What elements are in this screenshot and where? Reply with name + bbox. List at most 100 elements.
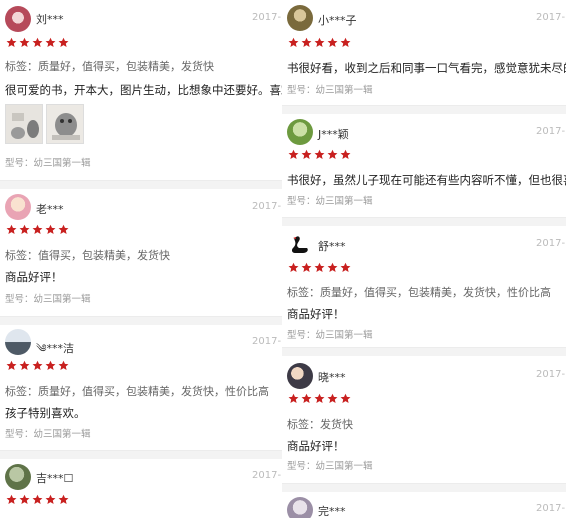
review-card: 晓*** 2017- 标签：发货快 商品好评！ 型号：幼三国第一辑: [282, 356, 566, 484]
review-date: 2017-: [536, 126, 566, 137]
review-date: 2017-: [536, 238, 566, 249]
swan-avatar[interactable]: [287, 232, 313, 258]
star-icon: [58, 494, 69, 504]
star-icon: [58, 224, 69, 234]
product-model: 型号：幼三国第一辑: [5, 294, 91, 305]
section-divider: [282, 106, 566, 114]
avatar[interactable]: [5, 194, 31, 220]
review-tags: 标签：发货快: [287, 418, 353, 431]
section-divider: [0, 451, 282, 459]
star-icon: [301, 37, 312, 47]
section-divider: [0, 317, 282, 325]
star-icon: [19, 224, 30, 234]
star-rating: [6, 360, 69, 371]
star-icon: [32, 37, 43, 47]
star-icon: [6, 360, 17, 370]
review-date: 2017-: [536, 503, 566, 514]
review-username: 小***子: [318, 14, 357, 27]
star-icon: [301, 262, 312, 272]
review-card: ༄***洁 2017-1 标签：质量好，值得买，包装精美，发货快，性价比高 孩子…: [0, 325, 282, 451]
review-card: 吉***☐ 2017-1: [0, 459, 282, 518]
star-icon: [314, 262, 325, 272]
star-icon: [314, 393, 325, 403]
star-icon: [58, 37, 69, 47]
product-model: 型号：幼三国第一辑: [287, 461, 373, 472]
review-card: 老*** 2017-1 标签：值得买，包装精美，发货快 商品好评！ 型号：幼三国…: [0, 189, 282, 317]
star-icon: [19, 37, 30, 47]
review-text: 很可爱的书，开本大，图片生动，比想象中还要好。喜欢。: [5, 83, 282, 97]
star-icon: [288, 37, 299, 47]
star-rating: [288, 393, 351, 404]
review-username: 老***: [36, 203, 64, 216]
review-text: 商品好评！: [5, 270, 63, 284]
star-icon: [19, 360, 30, 370]
review-card: 刘*** 2017-1 标签：质量好，值得买，包装精美，发货快 很可爱的书，开本…: [0, 0, 282, 181]
review-photo[interactable]: [5, 104, 43, 144]
review-text: 商品好评！: [287, 307, 345, 321]
avatar[interactable]: [287, 119, 313, 145]
star-icon: [288, 149, 299, 159]
review-date: 2017-: [536, 369, 566, 380]
product-model: 型号：幼三国第一辑: [5, 158, 91, 169]
avatar[interactable]: [287, 497, 313, 518]
star-icon: [45, 37, 56, 47]
star-icon: [58, 360, 69, 370]
star-icon: [301, 393, 312, 403]
star-icon: [6, 494, 17, 504]
review-card: J***颖 2017- 书很好，虽然儿子现在可能还有些内容听不懂，但也很喜 型号…: [282, 114, 566, 218]
star-icon: [314, 37, 325, 47]
review-text: 孩子特别喜欢。: [5, 406, 86, 420]
review-username: 舒***: [318, 240, 346, 253]
star-icon: [45, 494, 56, 504]
star-icon: [340, 37, 351, 47]
product-model: 型号：幼三国第一辑: [287, 85, 373, 96]
star-rating: [6, 494, 69, 505]
star-icon: [301, 149, 312, 159]
star-icon: [327, 393, 338, 403]
review-text: 书很好看，收到之后和同事一口气看完，感觉意犹未尽的: [287, 61, 566, 75]
star-icon: [327, 262, 338, 272]
review-photo[interactable]: [46, 104, 84, 144]
review-date: 2017-1: [252, 336, 282, 347]
review-card: 舒*** 2017- 标签：质量好，值得买，包装精美，发货快，性价比高 商品好评…: [282, 226, 566, 348]
product-model: 型号：幼三国第一辑: [287, 330, 373, 341]
star-icon: [6, 224, 17, 234]
avatar[interactable]: [5, 329, 31, 355]
left-review-column: 刘*** 2017-1 标签：质量好，值得买，包装精美，发货快 很可爱的书，开本…: [0, 0, 282, 518]
avatar[interactable]: [5, 464, 31, 490]
review-tags: 标签：质量好，值得买，包装精美，发货快，性价比高: [287, 286, 551, 299]
section-divider: [282, 218, 566, 226]
product-model: 型号：幼三国第一辑: [287, 196, 373, 207]
star-icon: [32, 494, 43, 504]
avatar[interactable]: [5, 6, 31, 32]
star-rating: [288, 149, 351, 160]
review-username: 刘***: [36, 13, 64, 26]
review-username: J***颖: [318, 128, 349, 141]
star-icon: [45, 360, 56, 370]
right-review-column: 小***子 2017- 书很好看，收到之后和同事一口气看完，感觉意犹未尽的 型号…: [282, 0, 566, 518]
star-icon: [327, 149, 338, 159]
star-icon: [340, 393, 351, 403]
review-text: 书很好，虽然儿子现在可能还有些内容听不懂，但也很喜: [287, 173, 566, 187]
star-rating: [6, 37, 69, 48]
review-text: 商品好评！: [287, 439, 345, 453]
star-icon: [45, 224, 56, 234]
star-rating: [6, 224, 69, 235]
product-model: 型号：幼三国第一辑: [5, 429, 91, 440]
avatar[interactable]: [287, 5, 313, 31]
star-icon: [340, 262, 351, 272]
review-username: 吉***☐: [36, 472, 74, 485]
review-username: 完***: [318, 505, 346, 518]
star-icon: [288, 262, 299, 272]
review-tags: 标签：值得买，包装精美，发货快: [5, 249, 170, 262]
star-rating: [288, 37, 351, 48]
avatar[interactable]: [287, 363, 313, 389]
review-date: 2017-1: [252, 201, 282, 212]
review-tags: 标签：质量好，值得买，包装精美，发货快，性价比高: [5, 385, 269, 398]
review-date: 2017-1: [252, 12, 282, 23]
review-tags: 标签：质量好，值得买，包装精美，发货快: [5, 60, 214, 73]
section-divider: [0, 181, 282, 189]
star-icon: [288, 393, 299, 403]
review-username: 晓***: [318, 371, 346, 384]
review-card: 小***子 2017- 书很好看，收到之后和同事一口气看完，感觉意犹未尽的 型号…: [282, 0, 566, 106]
